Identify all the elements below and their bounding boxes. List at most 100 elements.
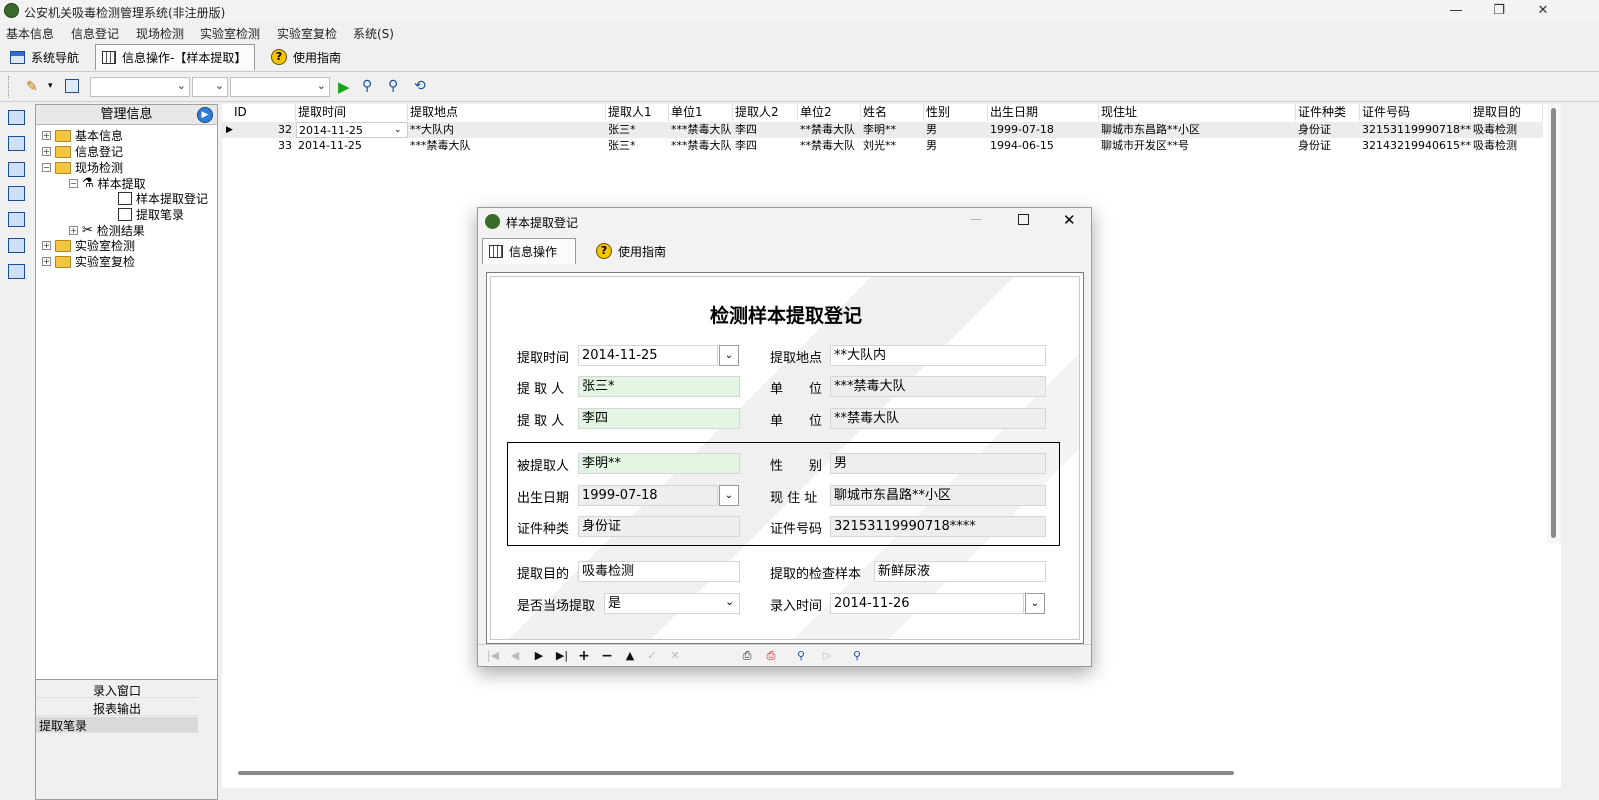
column-header[interactable]: 出生日期 bbox=[988, 104, 1099, 121]
close-button[interactable]: ✕ bbox=[1521, 0, 1565, 22]
id-type-field[interactable]: 身份证 bbox=[578, 516, 740, 537]
column-header[interactable]: ID bbox=[232, 104, 296, 121]
last-record-icon[interactable]: ▶| bbox=[553, 648, 571, 664]
expand-icon[interactable]: + bbox=[42, 257, 51, 266]
menu-lab-test[interactable]: 实验室检测 bbox=[200, 25, 260, 42]
filter-field-combo[interactable]: ⌄ bbox=[90, 77, 190, 97]
chart-icon[interactable] bbox=[8, 212, 25, 227]
tree-node-basic-info[interactable]: + 基本信息 bbox=[42, 127, 123, 144]
edit-record-icon[interactable]: ▲ bbox=[621, 648, 639, 664]
tab-user-guide[interactable]: ? 使用指南 bbox=[590, 238, 672, 264]
extractor2-field[interactable]: 李四 bbox=[578, 408, 740, 429]
filter-operator-combo[interactable]: ⌄ bbox=[192, 77, 228, 97]
tree-node-registration[interactable]: + 信息登记 bbox=[42, 143, 123, 160]
maximize-button[interactable] bbox=[1018, 214, 1029, 225]
delete-record-icon[interactable]: − bbox=[598, 648, 616, 664]
column-header[interactable]: 性别 bbox=[924, 104, 988, 121]
tab-system-nav[interactable]: 系统导航 bbox=[4, 44, 85, 70]
subject-name-field[interactable]: 李明** bbox=[578, 453, 740, 474]
extract-time-field[interactable]: 2014-11-25 bbox=[578, 345, 718, 366]
column-header[interactable]: 证件种类 bbox=[1296, 104, 1360, 121]
menu-registration[interactable]: 信息登记 bbox=[71, 25, 119, 42]
address-field[interactable]: 聊城市东昌路**小区 bbox=[830, 485, 1046, 506]
dropdown-arrow-icon[interactable]: ▾ bbox=[48, 81, 53, 91]
column-header[interactable]: 姓名 bbox=[861, 104, 924, 121]
menu-field-test[interactable]: 现场检测 bbox=[136, 25, 184, 42]
column-header[interactable]: 证件号码 bbox=[1360, 104, 1471, 121]
expand-icon[interactable]: + bbox=[69, 226, 78, 235]
trash-icon[interactable] bbox=[8, 264, 25, 279]
add-record-icon[interactable]: + bbox=[575, 648, 593, 664]
menu-lab-retest[interactable]: 实验室复检 bbox=[277, 25, 337, 42]
print-icon[interactable]: ⎙ bbox=[738, 648, 756, 664]
print-preview-icon[interactable]: ⚲ bbox=[792, 648, 810, 664]
find-user-icon[interactable]: ⚲ bbox=[388, 78, 398, 94]
play-icon[interactable]: ▷ bbox=[818, 648, 836, 664]
scrollbar-thumb[interactable] bbox=[1551, 108, 1556, 538]
column-header[interactable]: 提取时间 bbox=[296, 104, 408, 121]
next-record-icon[interactable]: ▶ bbox=[530, 648, 548, 664]
unit1-field[interactable]: ***禁毒大队 bbox=[830, 376, 1046, 397]
prior-record-icon[interactable]: ◀ bbox=[506, 648, 524, 664]
search-icon[interactable]: ⚲ bbox=[848, 648, 866, 664]
filter-value-combo[interactable]: ⌄ bbox=[230, 77, 330, 97]
hierarchy-icon[interactable] bbox=[8, 136, 25, 151]
input-window-button[interactable]: 录入窗口 bbox=[36, 682, 198, 698]
grid-icon[interactable] bbox=[8, 162, 25, 177]
tree-node-sample-register[interactable]: 样本提取登记 bbox=[118, 190, 208, 207]
run-query-icon[interactable]: ▶ bbox=[338, 78, 350, 96]
collapse-icon[interactable]: − bbox=[69, 179, 78, 188]
chevron-down-icon[interactable]: ⌄ bbox=[725, 595, 734, 608]
expand-icon[interactable]: + bbox=[42, 147, 51, 156]
first-record-icon[interactable]: |◀ bbox=[484, 648, 502, 664]
print-setup-icon[interactable]: ⎙ bbox=[762, 648, 780, 664]
column-header[interactable]: 单位1 bbox=[669, 104, 733, 121]
menu-system[interactable]: 系统(S) bbox=[353, 25, 394, 42]
tree-node-lab-test[interactable]: + 实验室检测 bbox=[42, 237, 135, 254]
post-record-icon[interactable]: ✓ bbox=[643, 648, 661, 664]
table-row[interactable]: ▶ 32 2014-11-25 ⌄ **大队内 张三* ***禁毒大队 李四 *… bbox=[222, 122, 1543, 138]
tree-node-lab-retest[interactable]: + 实验室复检 bbox=[42, 253, 135, 270]
close-button[interactable]: ✕ bbox=[1063, 211, 1076, 229]
horizontal-scrollbar[interactable] bbox=[238, 771, 1234, 775]
extractor1-field[interactable]: 张三* bbox=[578, 376, 740, 397]
tree-node-field-test[interactable]: − 现场检测 bbox=[42, 159, 123, 176]
onsite-select[interactable]: 是 bbox=[604, 593, 740, 614]
column-header[interactable]: 提取人1 bbox=[606, 104, 669, 121]
chevron-down-icon[interactable]: ⌄ bbox=[1025, 593, 1045, 614]
window-icon[interactable] bbox=[8, 110, 25, 125]
expand-icon[interactable]: + bbox=[42, 241, 51, 250]
vertical-scrollbar[interactable] bbox=[1547, 104, 1561, 544]
gender-field[interactable]: 男 bbox=[830, 453, 1046, 474]
birth-date-field[interactable]: 1999-07-18 bbox=[578, 485, 718, 506]
entry-time-field[interactable]: 2014-11-26 bbox=[830, 593, 1024, 614]
column-header[interactable]: 提取地点 bbox=[408, 104, 606, 121]
refresh-icon[interactable]: ⟲ bbox=[414, 78, 426, 94]
table-row[interactable]: 33 2014-11-25 ***禁毒大队 张三* ***禁毒大队 李四 **禁… bbox=[222, 138, 1543, 154]
edit-pencil-icon[interactable]: ✎ bbox=[26, 79, 38, 95]
chevron-down-icon[interactable]: ⌄ bbox=[719, 345, 739, 366]
tab-user-guide[interactable]: ? 使用指南 bbox=[265, 44, 347, 70]
settings-icon[interactable] bbox=[8, 238, 25, 253]
collapse-icon[interactable]: − bbox=[42, 163, 51, 172]
extract-place-field[interactable]: **大队内 bbox=[830, 345, 1046, 366]
chevron-down-icon[interactable]: ⌄ bbox=[392, 122, 406, 138]
column-header[interactable]: 提取目的 bbox=[1471, 104, 1543, 121]
id-number-field[interactable]: 32153119990718**** bbox=[830, 516, 1046, 537]
column-header[interactable]: 提取人2 bbox=[733, 104, 798, 121]
preview-icon[interactable] bbox=[65, 79, 79, 93]
document-icon[interactable] bbox=[8, 186, 25, 201]
extract-record-button[interactable]: 提取笔录 bbox=[36, 717, 198, 733]
cancel-record-icon[interactable]: ✕ bbox=[666, 648, 684, 664]
report-output-button[interactable]: 报表输出 bbox=[36, 700, 198, 716]
menu-basic-info[interactable]: 基本信息 bbox=[6, 25, 54, 42]
column-header[interactable]: 单位2 bbox=[798, 104, 861, 121]
chevron-down-icon[interactable]: ⌄ bbox=[719, 485, 739, 506]
restore-button[interactable]: ❐ bbox=[1477, 0, 1521, 22]
expand-icon[interactable]: + bbox=[42, 131, 51, 140]
minimize-button[interactable]: — bbox=[970, 212, 982, 226]
purpose-field[interactable]: 吸毒检测 bbox=[578, 561, 740, 582]
unit2-field[interactable]: **禁毒大队 bbox=[830, 408, 1046, 429]
play-icon[interactable]: ▶ bbox=[197, 107, 213, 123]
tab-info-operation[interactable]: 信息操作-【样本提取】 bbox=[95, 44, 255, 70]
